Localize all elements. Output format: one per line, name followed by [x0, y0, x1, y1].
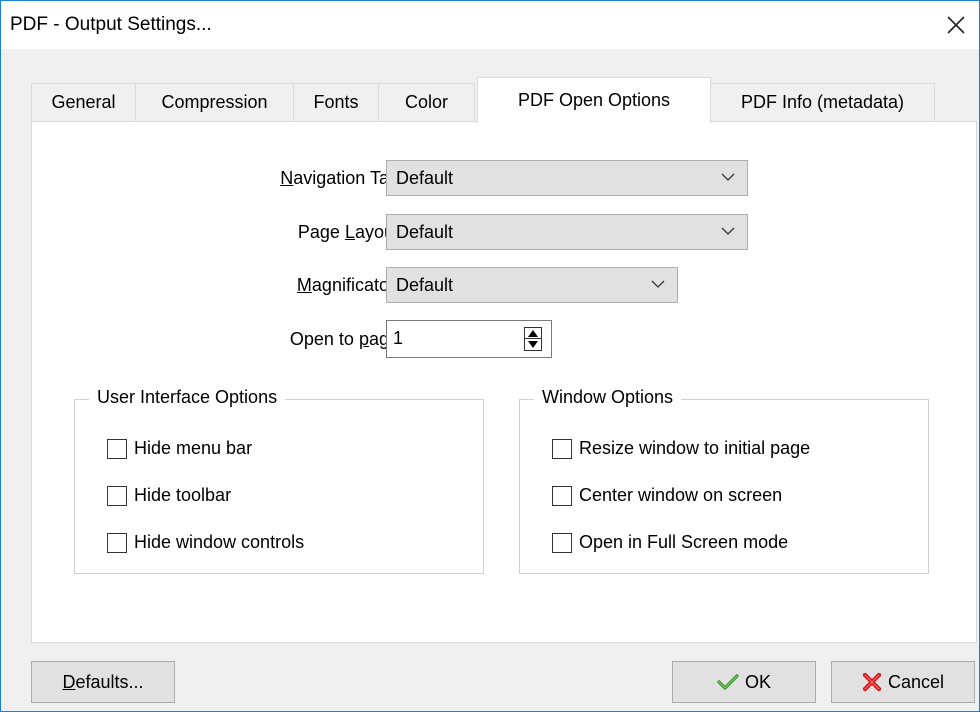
tab-label: PDF Open Options	[517, 90, 671, 110]
spin-arrows[interactable]	[524, 327, 542, 351]
open-to-page-value[interactable]: 1	[393, 328, 403, 349]
navigation-tab-label: Navigation Tab:	[280, 168, 404, 188]
checkbox-box[interactable]	[107, 532, 127, 553]
navigation-tab-value: Default	[396, 167, 454, 188]
cancel-label: Cancel	[887, 671, 945, 692]
hide-window-controls-checkbox[interactable]: Hide window controls	[107, 532, 304, 553]
chevron-down-icon	[721, 227, 735, 235]
checkmark-icon	[717, 674, 739, 690]
tab-fonts[interactable]: Fonts	[293, 83, 379, 121]
ok-label: OK	[744, 671, 771, 692]
ok-button[interactable]: OK	[672, 661, 816, 703]
checkbox-box[interactable]	[552, 485, 572, 506]
checkbox-box[interactable]	[552, 532, 572, 553]
tab-pdf-open-options[interactable]: PDF Open Options	[477, 77, 711, 123]
tab-label: Color	[404, 92, 448, 112]
spin-divider	[525, 338, 541, 339]
spin-up-icon[interactable]	[528, 330, 538, 337]
chevron-down-icon	[651, 280, 665, 288]
tab-color[interactable]: Color	[378, 83, 475, 121]
cancel-button[interactable]: Cancel	[831, 661, 975, 703]
checkbox-box[interactable]	[107, 438, 127, 459]
group-title: User Interface Options	[89, 387, 286, 408]
magnification-select[interactable]: Default	[386, 267, 678, 303]
resize-window-checkbox[interactable]: Resize window to initial page	[552, 438, 810, 459]
open-to-page-spinner[interactable]: 1	[386, 320, 552, 358]
spin-down-icon[interactable]	[528, 341, 538, 348]
red-x-icon	[862, 672, 882, 692]
page-layout-label: Page Layout:	[297, 222, 404, 242]
magnification-value: Default	[396, 274, 454, 295]
tab-label: Compression	[161, 92, 268, 112]
defaults-button[interactable]: Defaults...	[31, 661, 175, 703]
defaults-label: efaults...	[75, 671, 144, 692]
chevron-down-icon	[721, 173, 735, 181]
user-interface-options-group: User Interface Options Hide menu bar Hid…	[74, 387, 484, 574]
close-icon	[947, 16, 965, 34]
tab-label: PDF Info (metadata)	[740, 92, 905, 112]
open-to-page-label: Open to page:	[289, 329, 404, 349]
tab-general[interactable]: General	[31, 83, 136, 121]
checkbox-label: Hide window controls	[134, 532, 305, 552]
tab-compression[interactable]: Compression	[135, 83, 294, 121]
checkbox-label: Open in Full Screen mode	[579, 532, 789, 552]
checkbox-label: Center window on screen	[579, 485, 783, 505]
tab-label: Fonts	[313, 92, 359, 112]
page-layout-value: Default	[396, 221, 454, 242]
window-options-group: Window Options Resize window to initial …	[519, 387, 929, 574]
tab-label: General	[51, 92, 116, 112]
checkbox-label: Hide menu bar	[134, 438, 253, 458]
navigation-tab-select[interactable]: Default	[386, 160, 748, 196]
window-title: PDF - Output Settings...	[10, 14, 212, 35]
magnification-label: Magnificaton:	[296, 275, 404, 295]
hide-toolbar-checkbox[interactable]: Hide toolbar	[107, 485, 231, 506]
title-bar: PDF - Output Settings...	[1, 1, 979, 49]
center-window-checkbox[interactable]: Center window on screen	[552, 485, 782, 506]
dialog-window: PDF - Output Settings... General Compres…	[0, 0, 980, 712]
checkbox-label: Hide toolbar	[134, 485, 232, 505]
defaults-mnemonic: D	[62, 671, 76, 692]
checkbox-box[interactable]	[107, 485, 127, 506]
checkbox-label: Resize window to initial page	[579, 438, 811, 458]
tab-pdf-info[interactable]: PDF Info (metadata)	[710, 83, 935, 121]
tab-panel: Navigation Tab: Default Page Layout: Def…	[31, 121, 977, 643]
group-title: Window Options	[534, 387, 682, 408]
hide-menu-bar-checkbox[interactable]: Hide menu bar	[107, 438, 252, 459]
close-button[interactable]	[933, 1, 979, 49]
full-screen-checkbox[interactable]: Open in Full Screen mode	[552, 532, 788, 553]
page-layout-select[interactable]: Default	[386, 214, 748, 250]
tab-strip: General Compression Fonts Color PDF Open…	[1, 77, 979, 123]
checkbox-box[interactable]	[552, 438, 572, 459]
